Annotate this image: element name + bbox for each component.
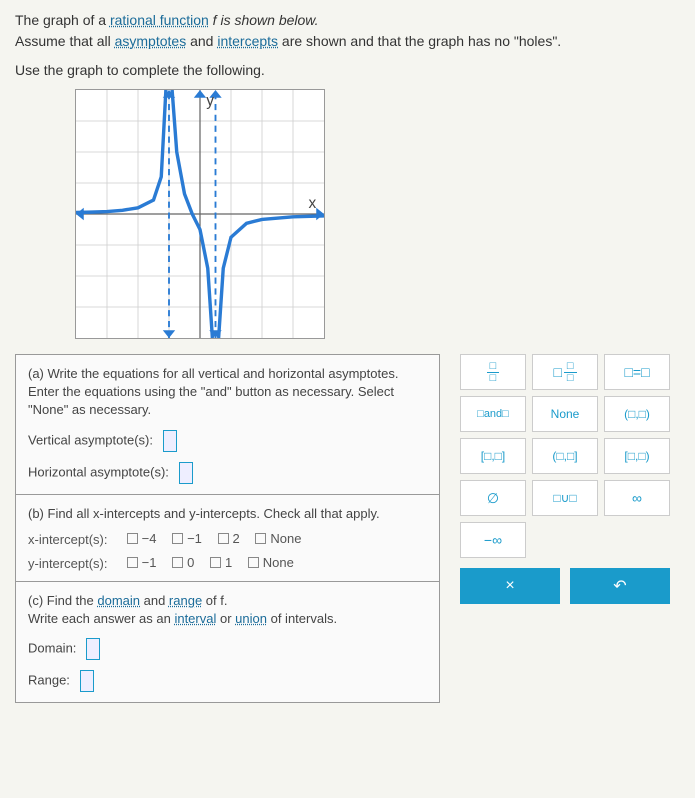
link-union[interactable]: union [235, 611, 267, 626]
symbol-palette: □□ □□□ □=□ □and□ None (□,□) [□,□] (□,□] … [460, 354, 670, 604]
link-range[interactable]: range [169, 593, 202, 608]
palette-equals[interactable]: □=□ [604, 354, 670, 390]
y-intercept-label: y-intercept(s): [28, 556, 123, 571]
checkbox-y-3[interactable]: None [248, 555, 294, 570]
graph-plot: y x [75, 89, 325, 339]
palette-open-interval[interactable]: (□,□) [604, 396, 670, 432]
palette-fraction[interactable]: □□ [460, 354, 526, 390]
text: f is shown below. [209, 12, 319, 28]
part-c: (c) Find the domain and range of f. Writ… [16, 582, 439, 702]
checkbox-x-3[interactable]: None [255, 531, 301, 546]
part-b: (b) Find all x-intercepts and y-intercep… [16, 495, 439, 582]
link-intercepts[interactable]: intercepts [217, 33, 278, 49]
close-button[interactable]: × [460, 568, 560, 604]
range-input[interactable] [80, 670, 94, 692]
palette-neg-infinity[interactable]: −∞ [460, 522, 526, 558]
x-intercept-label: x-intercept(s): [28, 532, 123, 547]
part-a-lead: (a) Write the equations for all vertical… [28, 365, 427, 420]
palette-half-open[interactable]: (□,□] [532, 438, 598, 474]
palette-empty-set[interactable]: ∅ [460, 480, 526, 516]
link-asymptotes[interactable]: asymptotes [115, 33, 187, 49]
part-b-lead: (b) Find all x-intercepts and y-intercep… [28, 505, 427, 523]
checkbox-y-0[interactable]: −1 [127, 555, 157, 570]
range-label: Range: [28, 673, 70, 688]
checkbox-x-0[interactable]: −4 [127, 531, 157, 546]
checkbox-x-2[interactable]: 2 [218, 531, 240, 546]
question-box: (a) Write the equations for all vertical… [15, 354, 440, 703]
checkbox-y-2[interactable]: 1 [210, 555, 232, 570]
text: The graph of a [15, 12, 110, 28]
horizontal-asymptote-label: Horizontal asymptote(s): [28, 464, 169, 479]
checkbox-x-1[interactable]: −1 [172, 531, 202, 546]
link-rational-function[interactable]: rational function [110, 12, 209, 28]
palette-and[interactable]: □and□ [460, 396, 526, 432]
question-prompt: The graph of a rational function f is sh… [15, 10, 680, 81]
part-a: (a) Write the equations for all vertical… [16, 355, 439, 495]
instruction: Use the graph to complete the following. [15, 60, 680, 81]
vertical-asymptote-input[interactable] [163, 430, 177, 452]
checkbox-y-1[interactable]: 0 [172, 555, 194, 570]
palette-none[interactable]: None [532, 396, 598, 432]
palette-union[interactable]: □∪□ [532, 480, 598, 516]
domain-input[interactable] [86, 638, 100, 660]
palette-mixed-fraction[interactable]: □□□ [532, 354, 598, 390]
reset-button[interactable]: ↶ [570, 568, 670, 604]
link-domain[interactable]: domain [97, 593, 140, 608]
horizontal-asymptote-input[interactable] [179, 462, 193, 484]
domain-label: Domain: [28, 641, 76, 656]
link-interval[interactable]: interval [174, 611, 216, 626]
palette-closed-interval[interactable]: [□,□] [460, 438, 526, 474]
svg-text:y: y [206, 93, 214, 110]
palette-half-closed[interactable]: [□,□) [604, 438, 670, 474]
vertical-asymptote-label: Vertical asymptote(s): [28, 432, 153, 447]
palette-infinity[interactable]: ∞ [604, 480, 670, 516]
svg-text:x: x [309, 195, 317, 212]
